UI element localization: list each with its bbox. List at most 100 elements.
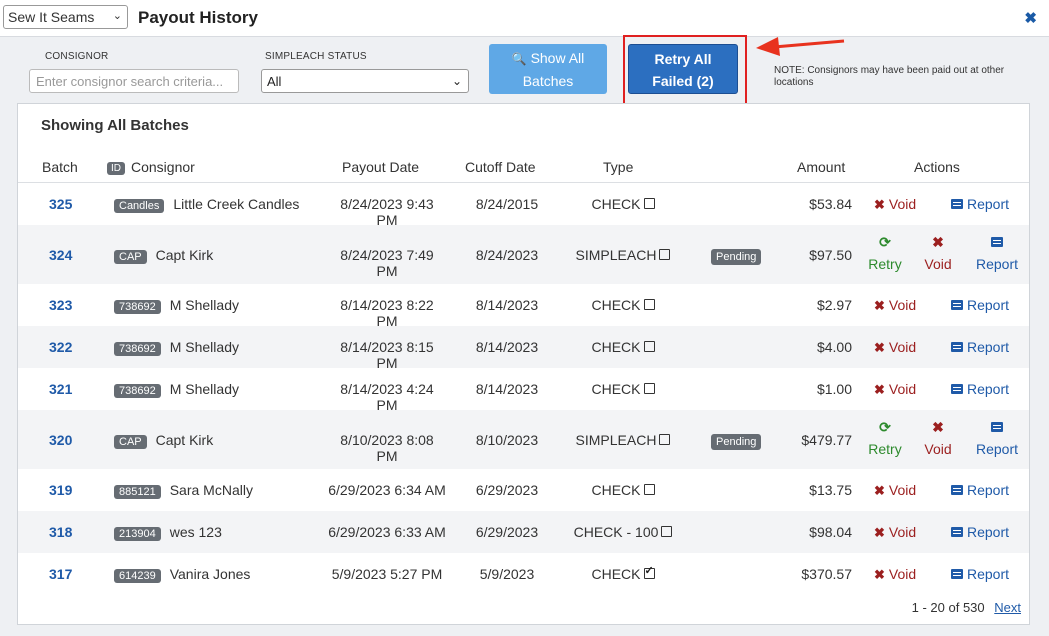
pagination: 1 - 20 of 530 Next xyxy=(912,600,1021,615)
show-all-label: Show All xyxy=(530,50,585,66)
table-row: 321 738692 M Shellady 8/14/2023 4:24 PM 8/14… xyxy=(18,368,1029,413)
void-action[interactable]: ✖ Void xyxy=(874,339,916,356)
checkbox-icon xyxy=(643,383,655,394)
retry-action[interactable]: ⟳ Retry xyxy=(863,416,907,460)
report-icon xyxy=(951,569,963,579)
payout-type: SIMPLEACH xyxy=(563,432,683,448)
chevron-down-icon: ⌄ xyxy=(112,10,122,22)
report-label: Report xyxy=(967,381,1010,397)
amount: $479.77 xyxy=(801,432,852,448)
report-icon xyxy=(951,384,963,394)
retry-all-failed-button[interactable]: Retry All Failed (2) xyxy=(628,44,738,94)
payout-date: 8/24/2023 9:43 PM xyxy=(340,196,434,228)
batch-number-link[interactable]: 320 xyxy=(49,432,72,448)
void-action[interactable]: ✖ Void xyxy=(916,231,960,275)
payout-type-label: CHECK xyxy=(591,566,641,582)
report-label: Report xyxy=(967,339,1010,355)
payout-type: SIMPLEACH xyxy=(563,247,683,263)
col-actions: Actions xyxy=(914,159,960,175)
void-action[interactable]: ✖ Void xyxy=(874,482,916,499)
search-icon: 🔍 xyxy=(511,52,527,66)
show-all-label-line2: Batches xyxy=(522,73,574,89)
payout-date: 6/29/2023 6:34 AM xyxy=(328,482,446,498)
payout-type-label: CHECK - 100 xyxy=(573,524,659,540)
void-action[interactable]: ✖ Void xyxy=(874,566,916,583)
simpleach-status-label: SIMPLEACH STATUS xyxy=(265,51,367,62)
checkbox-icon xyxy=(659,249,671,260)
simpleach-status-select[interactable]: All ⌄ xyxy=(261,69,469,93)
amount: $13.75 xyxy=(809,482,852,498)
consignor-cell: 213904 wes 123 xyxy=(114,524,222,541)
report-label: Report xyxy=(967,524,1010,540)
report-label: Report xyxy=(967,196,1010,212)
consignor-name: M Shellady xyxy=(169,339,239,355)
consignor-name: Vanira Jones xyxy=(169,566,251,582)
batch-number-link[interactable]: 322 xyxy=(49,339,72,355)
top-bar: Sew It Seams ⌄ Payout History ✖ xyxy=(0,0,1049,37)
void-label: Void xyxy=(888,482,917,498)
batch-number-link[interactable]: 317 xyxy=(49,566,72,582)
void-label: Void xyxy=(924,441,952,457)
batch-number-link[interactable]: 323 xyxy=(49,297,72,313)
payout-type: CHECK xyxy=(563,297,683,313)
col-amount: Amount xyxy=(797,159,846,175)
close-icon: ✖ xyxy=(874,483,885,498)
store-select[interactable]: Sew It Seams ⌄ xyxy=(3,5,128,29)
page-title: Payout History xyxy=(138,8,258,27)
cutoff-date: 6/29/2023 xyxy=(475,482,539,498)
checkbox-icon xyxy=(643,564,655,579)
consignor-search-input[interactable]: Enter consignor search criteria... xyxy=(29,69,239,93)
consignor-name: Sara McNally xyxy=(169,482,253,498)
table-row: 324 CAP Capt Kirk 8/24/2023 7:49 PM 8/24/202… xyxy=(18,225,1029,284)
void-label: Void xyxy=(888,524,917,540)
store-select-value: Sew It Seams xyxy=(8,9,95,25)
report-action[interactable]: Report xyxy=(951,196,1009,212)
batch-number-link[interactable]: 319 xyxy=(49,482,72,498)
payout-type: CHECK xyxy=(563,196,683,212)
retry-label: Retry xyxy=(868,441,902,457)
pending-badge: Pending xyxy=(711,249,762,265)
batch-number-link[interactable]: 324 xyxy=(49,247,72,263)
report-action[interactable]: Report xyxy=(951,566,1009,582)
show-all-batches-button[interactable]: 🔍 Show All Batches xyxy=(489,44,607,94)
payout-date: 8/24/2023 7:49 PM xyxy=(340,247,434,279)
report-action[interactable]: Report xyxy=(951,524,1009,540)
void-action[interactable]: ✖ Void xyxy=(916,416,960,460)
consignor-tag: 738692 xyxy=(114,300,161,314)
void-label: Void xyxy=(888,339,917,355)
checkbox-icon xyxy=(661,526,673,537)
void-action[interactable]: ✖ Void xyxy=(874,381,916,398)
amount: $53.84 xyxy=(809,196,852,212)
payout-date: 8/10/2023 8:08 PM xyxy=(340,432,434,464)
batch-number-link[interactable]: 321 xyxy=(49,381,72,397)
close-icon: ✖ xyxy=(874,197,885,212)
retry-all-count-label: Failed (2) xyxy=(652,73,714,89)
void-action[interactable]: ✖ Void xyxy=(874,297,916,314)
report-action[interactable]: Report xyxy=(951,339,1009,355)
void-action[interactable]: ✖ Void xyxy=(874,524,916,541)
report-action[interactable]: Report xyxy=(970,231,1024,275)
consignor-name: M Shellady xyxy=(169,297,239,313)
report-action[interactable]: Report xyxy=(951,297,1009,313)
consignor-name: M Shellady xyxy=(169,381,239,397)
retry-action[interactable]: ⟳ Retry xyxy=(863,231,907,275)
void-action[interactable]: ✖ Void xyxy=(874,196,916,213)
report-action[interactable]: Report xyxy=(951,482,1009,498)
col-consignor-label: Consignor xyxy=(131,159,195,175)
payout-type-label: CHECK xyxy=(591,297,641,313)
close-icon[interactable]: ✖ xyxy=(1024,9,1037,27)
report-icon xyxy=(951,485,963,495)
report-action[interactable]: Report xyxy=(970,416,1024,460)
pending-badge: Pending xyxy=(711,434,762,450)
next-page-link[interactable]: Next xyxy=(994,600,1021,615)
location-note: NOTE: Consignors may have been paid out … xyxy=(774,65,1005,88)
status-select-value: All xyxy=(267,74,282,89)
table-row: 320 CAP Capt Kirk 8/10/2023 8:08 PM 8/10/202… xyxy=(18,410,1029,469)
payout-date: 8/14/2023 8:15 PM xyxy=(340,339,434,371)
batch-number-link[interactable]: 318 xyxy=(49,524,72,540)
batch-number-link[interactable]: 325 xyxy=(49,196,72,212)
amount: $2.97 xyxy=(816,297,852,313)
report-label: Report xyxy=(967,482,1010,498)
table-row: 325 Candles Little Creek Candles 8/24/2023 … xyxy=(18,183,1029,228)
report-action[interactable]: Report xyxy=(951,381,1009,397)
